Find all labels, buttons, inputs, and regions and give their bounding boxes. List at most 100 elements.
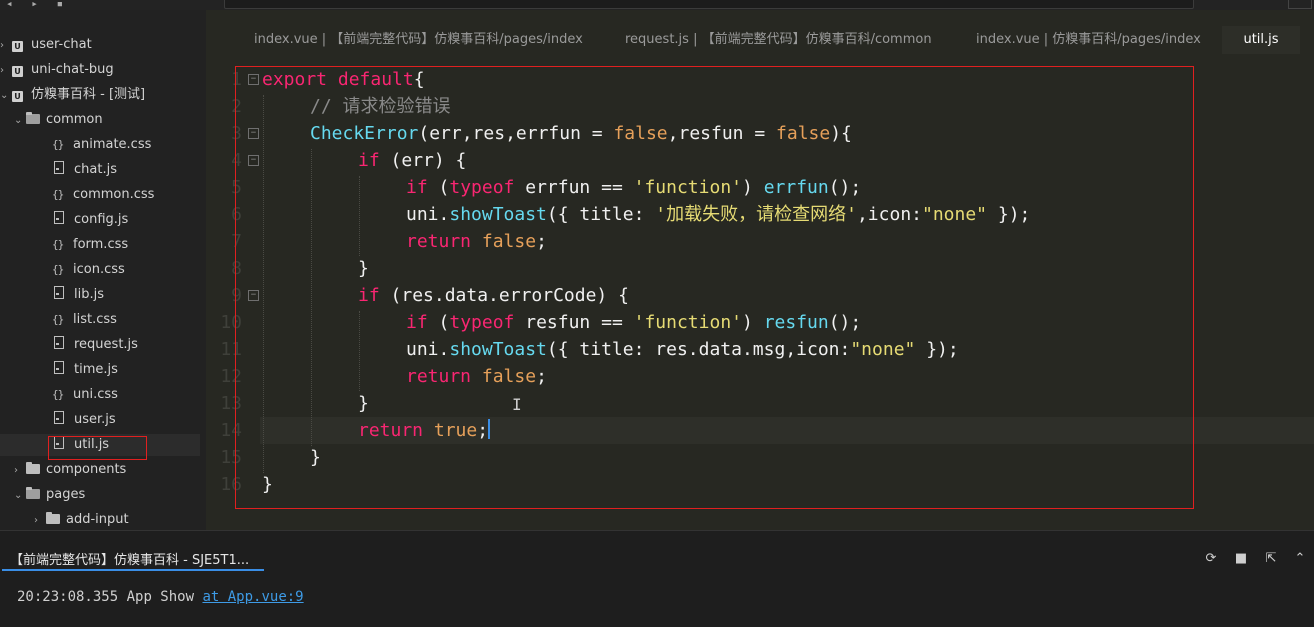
tree-label: add-input bbox=[66, 512, 129, 527]
code-line-16: } bbox=[262, 474, 273, 495]
tree-file-icon-css[interactable]: {} icon.css bbox=[52, 259, 125, 281]
stop-icon[interactable]: ■ bbox=[1233, 551, 1249, 567]
tree-label: user.js bbox=[74, 412, 116, 427]
tree-folder-pages[interactable]: ⌄ pages bbox=[14, 484, 85, 506]
folder-open-icon bbox=[26, 112, 40, 124]
text-cursor bbox=[488, 419, 491, 439]
open-external-icon[interactable]: ⇱ bbox=[1263, 551, 1279, 567]
line-number: 3 bbox=[231, 123, 242, 144]
restart-icon[interactable]: ⟳ bbox=[1203, 551, 1219, 567]
tree-file-request-js[interactable]: request.js bbox=[52, 334, 138, 356]
tree-label: request.js bbox=[74, 337, 138, 352]
code-line-15: } bbox=[310, 447, 321, 468]
code-line-1: export default{ bbox=[262, 69, 425, 90]
console-timestamp: 20:23:08.355 bbox=[17, 589, 119, 605]
address-bar[interactable] bbox=[224, 0, 1194, 9]
fold-toggle-icon[interactable]: − bbox=[248, 290, 259, 301]
chevron-down-icon[interactable]: ⌄ bbox=[14, 485, 26, 507]
tab-index-vue-full[interactable]: index.vue | 【前端完整代码】仿糗事百科/pages/index bbox=[254, 26, 583, 54]
tree-file-list-css[interactable]: {} list.css bbox=[52, 309, 117, 331]
window-control[interactable] bbox=[1288, 0, 1312, 9]
tab-label: index.vue | 仿糗事百科/pages/index bbox=[976, 32, 1201, 47]
toolbar-icons[interactable]: ◂ ▸ ▪ bbox=[6, 0, 69, 10]
line-number: 15 bbox=[220, 447, 242, 468]
code-line-2: // 请求检验错误 bbox=[310, 96, 451, 117]
line-number: 11 bbox=[220, 339, 242, 360]
tree-file-time-js[interactable]: time.js bbox=[52, 359, 118, 381]
js-file-icon bbox=[54, 286, 64, 299]
js-file-icon bbox=[54, 161, 64, 174]
chevron-down-icon[interactable]: ⌄ bbox=[0, 85, 12, 107]
console-tab-underline bbox=[2, 569, 264, 571]
code-line-5: if (typeof errfun == 'function') errfun(… bbox=[406, 177, 862, 198]
fold-toggle-icon[interactable]: − bbox=[248, 74, 259, 85]
tree-file-lib-js[interactable]: lib.js bbox=[52, 284, 104, 306]
tree-project-qiushi-test[interactable]: ⌄ U 仿糗事百科 - [测试] bbox=[0, 84, 145, 106]
chevron-right-icon[interactable]: › bbox=[0, 60, 12, 82]
console-panel: 【前端完整代码】仿糗事百科 - SJE5T1... ⟳ ■ ⇱ ⌃ 20:23:… bbox=[0, 530, 1314, 627]
tree-file-chat-js[interactable]: chat.js bbox=[52, 159, 117, 181]
indent-guide bbox=[359, 311, 360, 391]
chevron-right-icon[interactable]: › bbox=[34, 510, 46, 532]
code-line-3: CheckError(err,res,errfun = false,resfun… bbox=[310, 123, 852, 144]
tree-folder-components[interactable]: › components bbox=[14, 459, 126, 481]
chevron-down-icon[interactable]: ⌄ bbox=[14, 110, 26, 132]
line-number: 13 bbox=[220, 393, 242, 414]
code-line-10: if (typeof resfun == 'function') resfun(… bbox=[406, 312, 862, 333]
console-tab[interactable]: 【前端完整代码】仿糗事百科 - SJE5T1... bbox=[10, 549, 249, 568]
console-source-link[interactable]: at App.vue:9 bbox=[202, 589, 303, 605]
console-message: App Show bbox=[126, 589, 195, 605]
tree-label: pages bbox=[46, 487, 86, 502]
line-number: 10 bbox=[220, 312, 242, 333]
tab-util-js-active[interactable]: util.js bbox=[1222, 26, 1300, 54]
ibeam-cursor-icon: I bbox=[512, 395, 522, 414]
chevron-right-icon[interactable]: › bbox=[14, 460, 26, 482]
project-icon: U bbox=[12, 66, 23, 77]
highlight-box-util-js bbox=[48, 436, 147, 460]
tree-label: uni-chat-bug bbox=[31, 62, 114, 77]
tree-file-uni-css[interactable]: {} uni.css bbox=[52, 384, 118, 406]
line-number: 9 bbox=[231, 285, 242, 306]
tree-folder-common[interactable]: ⌄ common bbox=[14, 109, 103, 131]
line-number: 7 bbox=[231, 231, 242, 252]
tab-request-js[interactable]: request.js | 【前端完整代码】仿糗事百科/common bbox=[625, 26, 932, 54]
tree-file-form-css[interactable]: {} form.css bbox=[52, 234, 128, 256]
fold-toggle-icon[interactable]: − bbox=[248, 128, 259, 139]
tab-label: index.vue | 【前端完整代码】仿糗事百科/pages/index bbox=[254, 32, 583, 47]
tree-label: form.css bbox=[73, 237, 129, 252]
css-file-icon: {} bbox=[52, 313, 64, 326]
tree-file-user-js[interactable]: user.js bbox=[52, 409, 116, 431]
tree-label: chat.js bbox=[74, 162, 117, 177]
code-line-9: if (res.data.errorCode) { bbox=[358, 285, 629, 306]
code-line-12: return false; bbox=[406, 366, 547, 387]
line-number: 1 bbox=[231, 69, 242, 90]
line-number: 4 bbox=[231, 150, 242, 171]
chevron-right-icon[interactable]: › bbox=[0, 35, 12, 57]
project-icon: U bbox=[12, 41, 23, 52]
js-file-icon bbox=[54, 411, 64, 424]
indent-guide bbox=[311, 149, 312, 446]
tree-label: animate.css bbox=[73, 137, 152, 152]
line-number: 14 bbox=[220, 420, 242, 441]
code-line-11: uni.showToast({ title: res.data.msg,icon… bbox=[406, 339, 959, 360]
line-number: 12 bbox=[220, 366, 242, 387]
line-number: 5 bbox=[231, 177, 242, 198]
tree-label: components bbox=[46, 462, 127, 477]
tree-file-config-js[interactable]: config.js bbox=[52, 209, 128, 231]
tree-project-uni-chat-bug[interactable]: › Uuni-chat-bug bbox=[0, 59, 114, 81]
code-line-8: } bbox=[358, 258, 369, 279]
css-file-icon: {} bbox=[52, 238, 64, 251]
tree-file-common-css[interactable]: {} common.css bbox=[52, 184, 154, 206]
line-number: 16 bbox=[220, 474, 242, 495]
tree-label: uni.css bbox=[73, 387, 118, 402]
console-log-line: 20:23:08.355 App Show at App.vue:9 bbox=[17, 589, 304, 605]
tree-file-animate-css[interactable]: {} animate.css bbox=[52, 134, 151, 156]
code-line-13: } bbox=[358, 393, 369, 414]
tab-index-vue[interactable]: index.vue | 仿糗事百科/pages/index bbox=[976, 26, 1201, 54]
fold-toggle-icon[interactable]: − bbox=[248, 155, 259, 166]
tree-project-user-chat[interactable]: › Uuser-chat bbox=[0, 34, 92, 56]
chevron-up-icon[interactable]: ⌃ bbox=[1292, 551, 1308, 567]
tree-folder-add-input[interactable]: › add-input bbox=[34, 509, 129, 531]
tree-label: list.css bbox=[73, 312, 117, 327]
code-line-7: return false; bbox=[406, 231, 547, 252]
